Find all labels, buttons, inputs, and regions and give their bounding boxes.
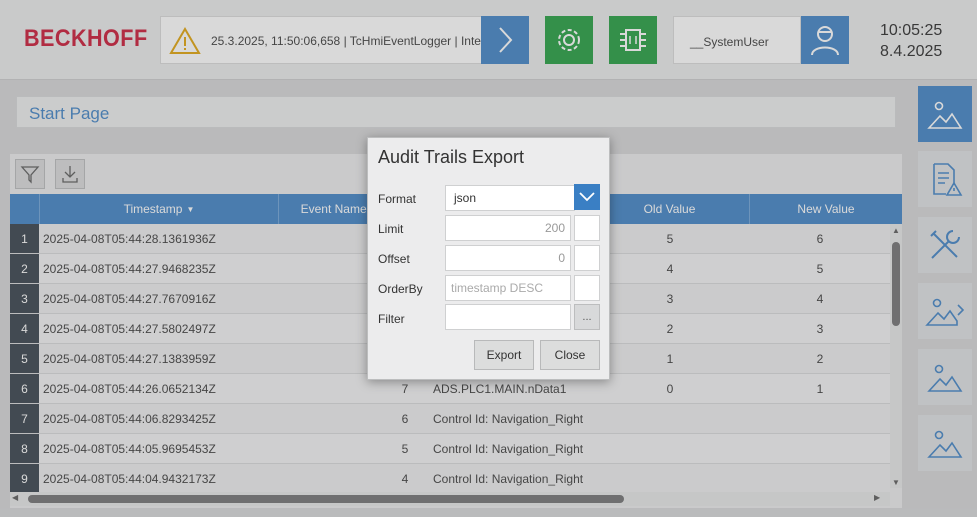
export-button[interactable]: Export (474, 340, 534, 370)
format-label: Format (378, 192, 417, 206)
offset-label: Offset (378, 252, 410, 266)
format-dropdown-button[interactable] (574, 184, 600, 210)
filter-browse-button[interactable]: ... (574, 304, 600, 330)
chevron-down-icon (579, 192, 595, 202)
dialog-title: Audit Trails Export (378, 147, 525, 167)
close-button[interactable]: Close (540, 340, 600, 370)
orderby-label: OrderBy (378, 282, 423, 296)
limit-input[interactable]: 200 (445, 215, 571, 241)
offset-checkbox[interactable] (574, 245, 600, 271)
limit-checkbox[interactable] (574, 215, 600, 241)
filter-label: Filter (378, 312, 405, 326)
limit-label: Limit (378, 222, 404, 236)
orderby-input[interactable]: timestamp DESC (445, 275, 571, 301)
orderby-checkbox[interactable] (574, 275, 600, 301)
offset-input[interactable]: 0 (445, 245, 571, 271)
filter-input[interactable] (445, 304, 571, 330)
format-select[interactable]: json (445, 185, 575, 211)
audit-trails-export-dialog: Audit Trails Export Format json Limit 20… (367, 137, 610, 380)
